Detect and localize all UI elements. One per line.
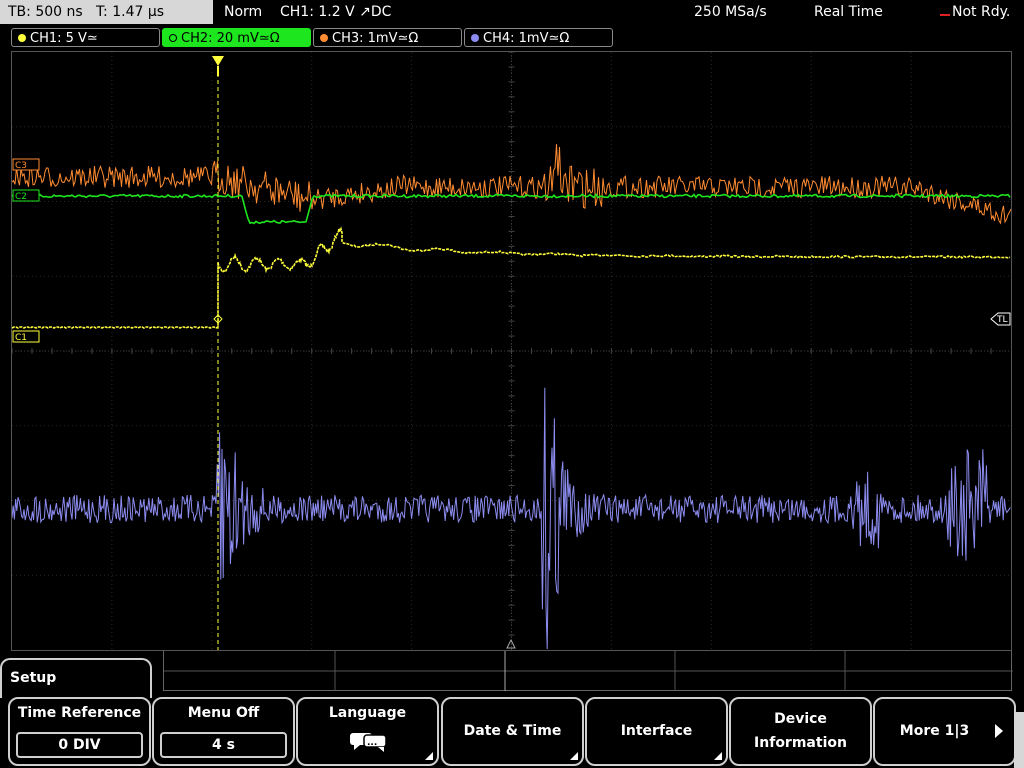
menu-title: Setup: [10, 670, 57, 686]
next-page-arrow-icon: [995, 724, 1003, 738]
menu-off-button[interactable]: Menu Off 4 s: [152, 697, 295, 766]
device-information-button[interactable]: Device Information: [729, 697, 872, 766]
interface-label: Interface: [620, 723, 693, 739]
language-label: Language: [328, 705, 407, 721]
more-label: More 1|3: [899, 723, 970, 739]
date-time-button[interactable]: Date & Time: [441, 697, 584, 766]
timeline-ticks: [164, 651, 1013, 691]
channel-3-dot-icon: [320, 34, 328, 42]
svg-text:...: ...: [367, 738, 377, 748]
channel-1-box[interactable]: CH1: 5 V≃: [11, 28, 160, 47]
channel-4-label: CH4: 1mV≃Ω: [483, 31, 570, 46]
menu-off-label: Menu Off: [187, 705, 260, 721]
graticule: [12, 52, 1011, 650]
channel-4-box[interactable]: CH4: 1mV≃Ω: [464, 28, 613, 47]
date-time-label: Date & Time: [463, 723, 562, 739]
device-information-line2: Information: [754, 735, 847, 751]
language-button[interactable]: Language ...: [296, 697, 439, 766]
timebase-value: TB: 500 ns: [8, 4, 83, 20]
channel-2-dot-icon: [169, 34, 177, 42]
menu-off-value: 4 s: [160, 732, 287, 758]
edge-tab: [1014, 712, 1024, 768]
time-reference-button[interactable]: Time Reference 0 DIV: [8, 697, 151, 766]
acquisition-status: Not Rdy.: [952, 4, 1011, 20]
channel-3-marker-label: C3: [15, 161, 27, 171]
channel-4-trace: [12, 387, 1011, 650]
zoom-timeline: [163, 651, 1013, 691]
time-reference-value: 0 DIV: [16, 732, 143, 758]
submenu-corner-icon: [425, 752, 433, 760]
submenu-corner-icon: [714, 752, 722, 760]
interface-button[interactable]: Interface: [585, 697, 728, 766]
trigger-level-label: TL: [996, 315, 1008, 325]
sample-rate: 250 MSa/s: [694, 4, 767, 20]
acquisition-mode[interactable]: Real Time: [814, 0, 883, 24]
channel-2-marker[interactable]: C2: [12, 189, 40, 202]
waveform-canvas: C3 C2 C1 TL: [12, 52, 1011, 650]
channel-1-label: CH1: 5 V≃: [30, 31, 98, 46]
status-bar: TB: 500 ns T: 1.47 µs Norm CH1: 1.2 V ↗D…: [0, 0, 1024, 25]
channel-3-label: CH3: 1mV≃Ω: [332, 31, 419, 46]
channel-4-dot-icon: [471, 34, 479, 42]
trigger-level-marker[interactable]: TL: [990, 312, 1011, 326]
channel-2-marker-label: C2: [15, 192, 27, 202]
channel-3-box[interactable]: CH3: 1mV≃Ω: [313, 28, 462, 47]
channel-3-marker[interactable]: C3: [12, 158, 40, 171]
channel-1-dot-icon: [18, 34, 26, 42]
submenu-corner-icon: [570, 752, 578, 760]
speech-bubbles-icon: ...: [350, 733, 387, 752]
more-button[interactable]: More 1|3: [873, 697, 1016, 766]
trigger-time-value: T: 1.47 µs: [96, 4, 165, 20]
device-information-line1: Device: [774, 711, 827, 727]
status-indicator: [940, 14, 950, 16]
trigger-source[interactable]: CH1: 1.2 V ↗DC: [280, 0, 391, 24]
channel-1-marker-label: C1: [15, 333, 27, 343]
trigger-position-marker-icon[interactable]: [212, 56, 224, 66]
time-reference-label: Time Reference: [17, 705, 142, 721]
waveform-display[interactable]: C3 C2 C1 TL: [11, 51, 1012, 651]
timebase-box[interactable]: TB: 500 ns T: 1.47 µs: [0, 0, 213, 24]
channel-2-box[interactable]: CH2: 20 mV≃Ω: [162, 28, 311, 47]
channel-2-label: CH2: 20 mV≃Ω: [181, 31, 280, 46]
menu-title-tab: Setup: [0, 658, 152, 698]
trigger-mode[interactable]: Norm: [224, 0, 262, 24]
channel-1-marker[interactable]: C1: [12, 330, 40, 343]
